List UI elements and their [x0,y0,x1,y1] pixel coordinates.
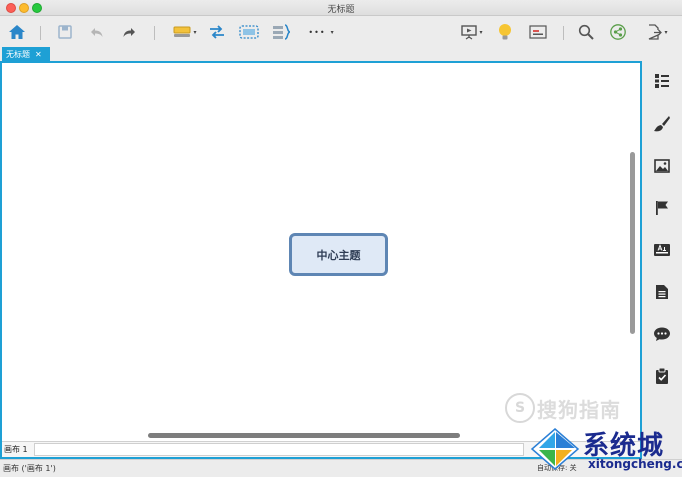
search-button[interactable] [576,22,596,42]
sheet-name-field[interactable] [34,443,524,456]
task-clipboard-icon [656,367,668,384]
notes-panel-button[interactable] [653,283,671,301]
central-topic[interactable]: 中心主题 [289,233,388,276]
sogou-logo: S [505,393,535,423]
right-panel [642,61,682,459]
text-style-panel-button[interactable] [653,241,671,259]
idea-button[interactable] [495,22,515,42]
share-icon [610,24,626,40]
xitongcheng-watermark: 系统城 xitongcheng.com [530,425,682,475]
vertical-scrollbar[interactable] [630,152,635,334]
sheet-tab[interactable]: 画布 1 [4,444,28,455]
export-icon [649,24,663,40]
presentation-button[interactable]: ▾ [456,22,488,42]
insert-topic-button[interactable]: ▾ [169,22,201,42]
status-text: 画布 ('画布 1') [3,464,56,473]
more-button[interactable]: ••• ▾ [304,22,338,42]
toolbar: ▾ ••• ▾ ▾ ▾ [0,17,682,47]
comment-icon [654,327,670,341]
idea-icon [499,24,511,40]
marker-panel-button[interactable] [653,199,671,217]
comment-panel-button[interactable] [653,325,671,343]
undo-icon [91,28,103,37]
relationship-icon [210,25,224,39]
format-brush-icon [654,116,670,132]
outline-panel-button[interactable] [653,72,671,90]
sogou-watermark-text: 搜狗指南 [537,397,621,422]
relationship-button[interactable] [207,22,227,42]
boundary-icon [239,25,259,39]
redo-icon [123,28,135,37]
xitongcheng-url: xitongcheng.com [588,457,682,471]
image-panel-button[interactable] [653,157,671,175]
format-panel-button[interactable] [653,115,671,133]
summary-button[interactable] [271,22,293,42]
app-window: 无标题 ▾ ••• ▾ ▾ ▾ 无标题 ✕ 中心主题 画布 1 画布 ('画布 … [0,0,682,477]
tab-untitled[interactable]: 无标题 ✕ [2,47,50,61]
title-bar: 无标题 [0,0,682,16]
presentation-icon [461,25,478,40]
tab-label: 无标题 [6,49,30,59]
search-icon [578,24,594,40]
export-button[interactable]: ▾ [640,22,674,42]
home-button[interactable] [6,22,28,42]
topic-insert-icon [173,26,191,37]
image-icon [654,159,670,173]
text-style-icon [654,244,670,256]
undo-button[interactable] [87,22,107,42]
summary-icon [273,24,291,40]
xitongcheng-logo-icon [530,428,580,470]
share-button[interactable] [608,22,628,42]
outline-view-button[interactable] [528,22,548,42]
outline-icon [655,74,669,88]
tab-close-icon[interactable]: ✕ [35,50,42,59]
task-panel-button[interactable] [653,367,671,385]
sogou-watermark: S 搜狗指南 [505,393,621,423]
save-button[interactable] [55,22,75,42]
redo-button[interactable] [119,22,139,42]
window-title: 无标题 [327,5,355,15]
more-icon: ••• [308,27,326,37]
outline-view-icon [529,25,547,39]
notes-icon [656,285,668,299]
save-icon [58,25,72,39]
flag-marker-icon [656,201,668,215]
boundary-button[interactable] [238,22,260,42]
home-icon [9,25,25,39]
horizontal-scrollbar[interactable] [148,433,460,438]
